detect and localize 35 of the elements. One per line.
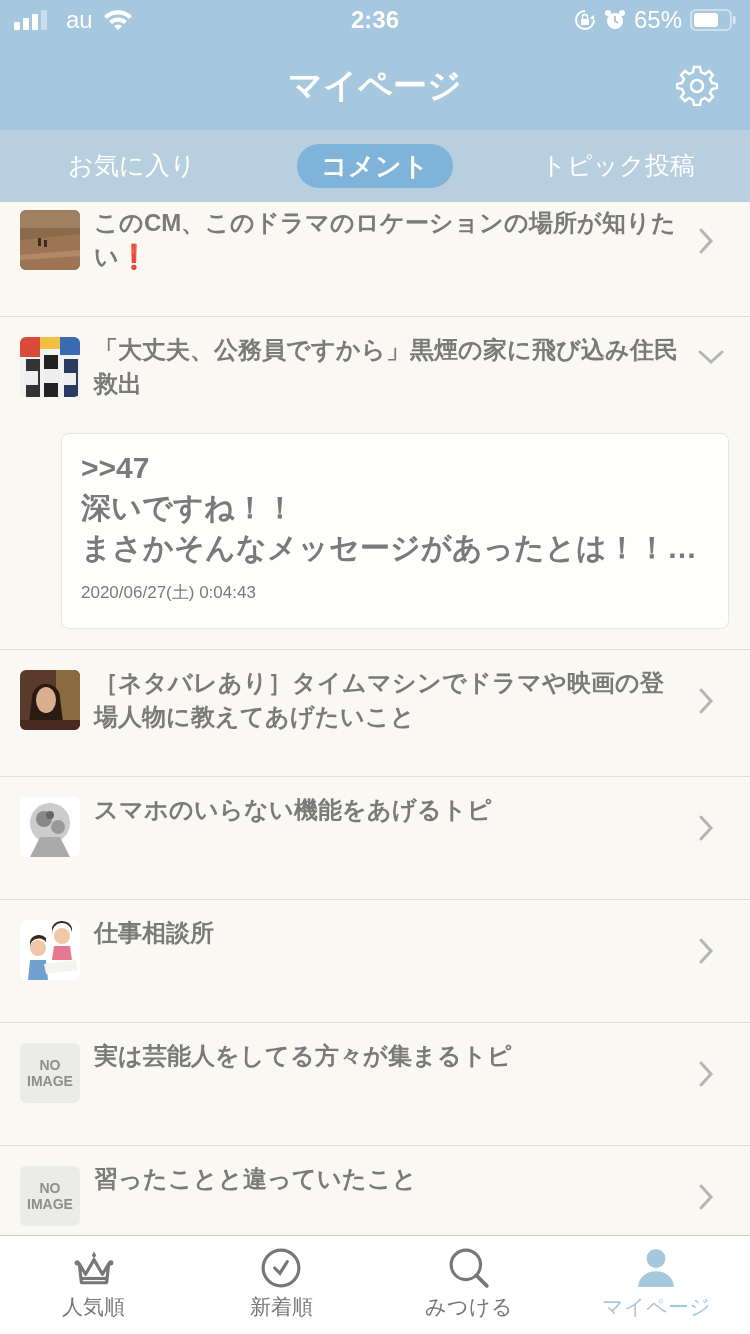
comment-card[interactable]: >>47 深いですね！！ まさかそんなメッセージがあったとは！！… 2020/06/27(土) 0:04:43 <box>61 433 729 629</box>
chevron-right-icon[interactable] <box>698 814 714 841</box>
page-title: マイページ <box>288 64 462 106</box>
settings-icon[interactable] <box>676 64 718 106</box>
chevron-down-icon[interactable] <box>698 349 724 365</box>
carrier-label: au <box>66 5 93 35</box>
chevron-right-icon[interactable] <box>698 1060 714 1087</box>
battery-icon <box>690 9 736 31</box>
rotation-lock-icon <box>573 9 596 31</box>
search-icon <box>447 1247 490 1290</box>
chevron-right-icon[interactable] <box>698 228 714 254</box>
tab[interactable]: コメント <box>297 144 453 188</box>
chevron-right-icon[interactable] <box>698 937 714 964</box>
topic-title[interactable]: スマホのいらない機能をあげるトピ <box>94 792 684 827</box>
no-image-label: NO IMAGE <box>27 1056 73 1089</box>
nav-tab[interactable]: 新着順 <box>187 1236 375 1334</box>
nav-tab[interactable]: みつける <box>375 1236 563 1334</box>
topic-title[interactable]: 実は芸能人をしてる方々が集まるトピ <box>94 1038 684 1073</box>
clock-icon <box>260 1247 303 1290</box>
topic-title[interactable]: 仕事相談所 <box>94 915 684 950</box>
no-image-label: NO IMAGE <box>27 1179 73 1212</box>
signal-icon <box>14 10 48 30</box>
topic-title[interactable]: 「大丈夫、公務員ですから」黒煙の家に飛び込み住民救出 <box>94 333 684 401</box>
comment-date: 2020/06/27(土) 0:04:43 <box>81 582 257 604</box>
wifi-icon <box>102 9 133 31</box>
topic-title[interactable]: このCM、このドラマのロケーションの場所が知りたい❗ <box>94 206 684 274</box>
status-time: 2:36 <box>351 5 399 35</box>
chevron-right-icon[interactable] <box>698 1183 714 1210</box>
alarm-icon <box>603 9 626 31</box>
battery-percent: 65% <box>633 5 682 35</box>
comment-text: >>47 深いですね！！ まさかそんなメッセージがあったとは！！… <box>81 450 698 566</box>
topic-title[interactable]: ［ネタバレあり］タイムマシンでドラマや映画の登場人物に教えてあげたいこと <box>94 665 684 734</box>
topic-title[interactable]: 習ったことと違っていたこと <box>94 1161 684 1196</box>
nav-tab[interactable]: 人気順 <box>0 1236 188 1334</box>
chevron-right-icon[interactable] <box>698 687 714 714</box>
